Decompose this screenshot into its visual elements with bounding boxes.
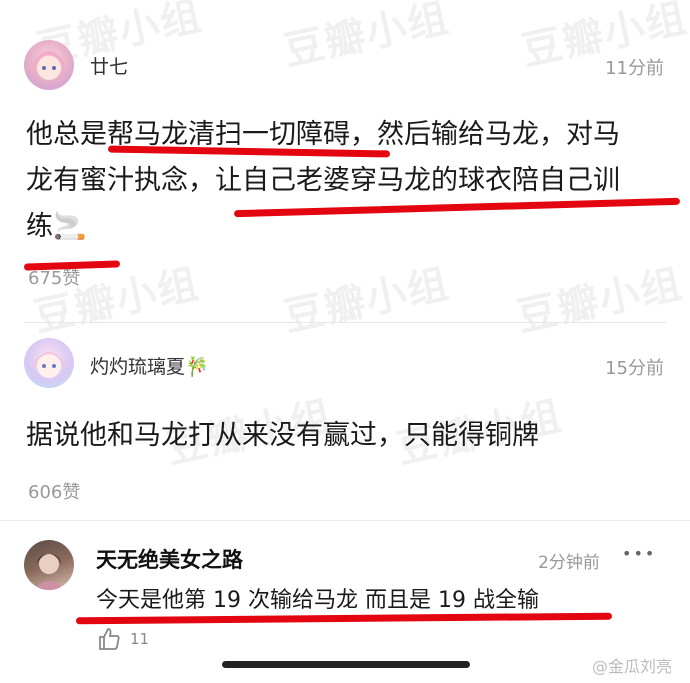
avatar[interactable] bbox=[24, 40, 74, 90]
avatar[interactable] bbox=[24, 338, 74, 388]
timestamp: 15分前 bbox=[605, 358, 664, 379]
watermark: 豆瓣小组 bbox=[279, 260, 454, 341]
timestamp: 11分前 bbox=[605, 58, 664, 79]
username[interactable]: 灼灼琉璃夏🎋 bbox=[90, 352, 209, 379]
like-count: 11 bbox=[130, 630, 150, 648]
watermark: 豆瓣小组 bbox=[512, 260, 687, 341]
source-credit: @金瓜刘亮 bbox=[591, 657, 672, 676]
timestamp: 2分钟前 bbox=[538, 553, 600, 573]
divider bbox=[0, 520, 690, 521]
username[interactable]: 廿七 bbox=[90, 52, 128, 79]
highlight-underline bbox=[75, 612, 613, 625]
divider bbox=[24, 322, 666, 323]
username[interactable]: 天无绝美女之路 bbox=[96, 544, 243, 574]
like-count[interactable]: 606赞 bbox=[28, 478, 80, 504]
comment-text-line: 练🚬 bbox=[26, 211, 87, 242]
home-indicator[interactable] bbox=[222, 661, 470, 668]
avatar[interactable] bbox=[24, 540, 74, 590]
thumbs-up-icon bbox=[96, 626, 122, 656]
comment-text-line: 据说他和马龙打从来没有赢过，只能得铜牌 bbox=[26, 420, 539, 451]
more-options-icon[interactable]: ••• bbox=[622, 544, 656, 563]
like-button[interactable]: 11 bbox=[96, 626, 156, 652]
watermark: 豆瓣小组 bbox=[279, 0, 454, 75]
comment-text: 今天是他第 19 次输给马龙 而且是 19 战全输 bbox=[96, 588, 539, 613]
comment-text-line: 龙有蜜汁执念，让自己老婆穿马龙的球衣陪自己训 bbox=[26, 165, 620, 196]
